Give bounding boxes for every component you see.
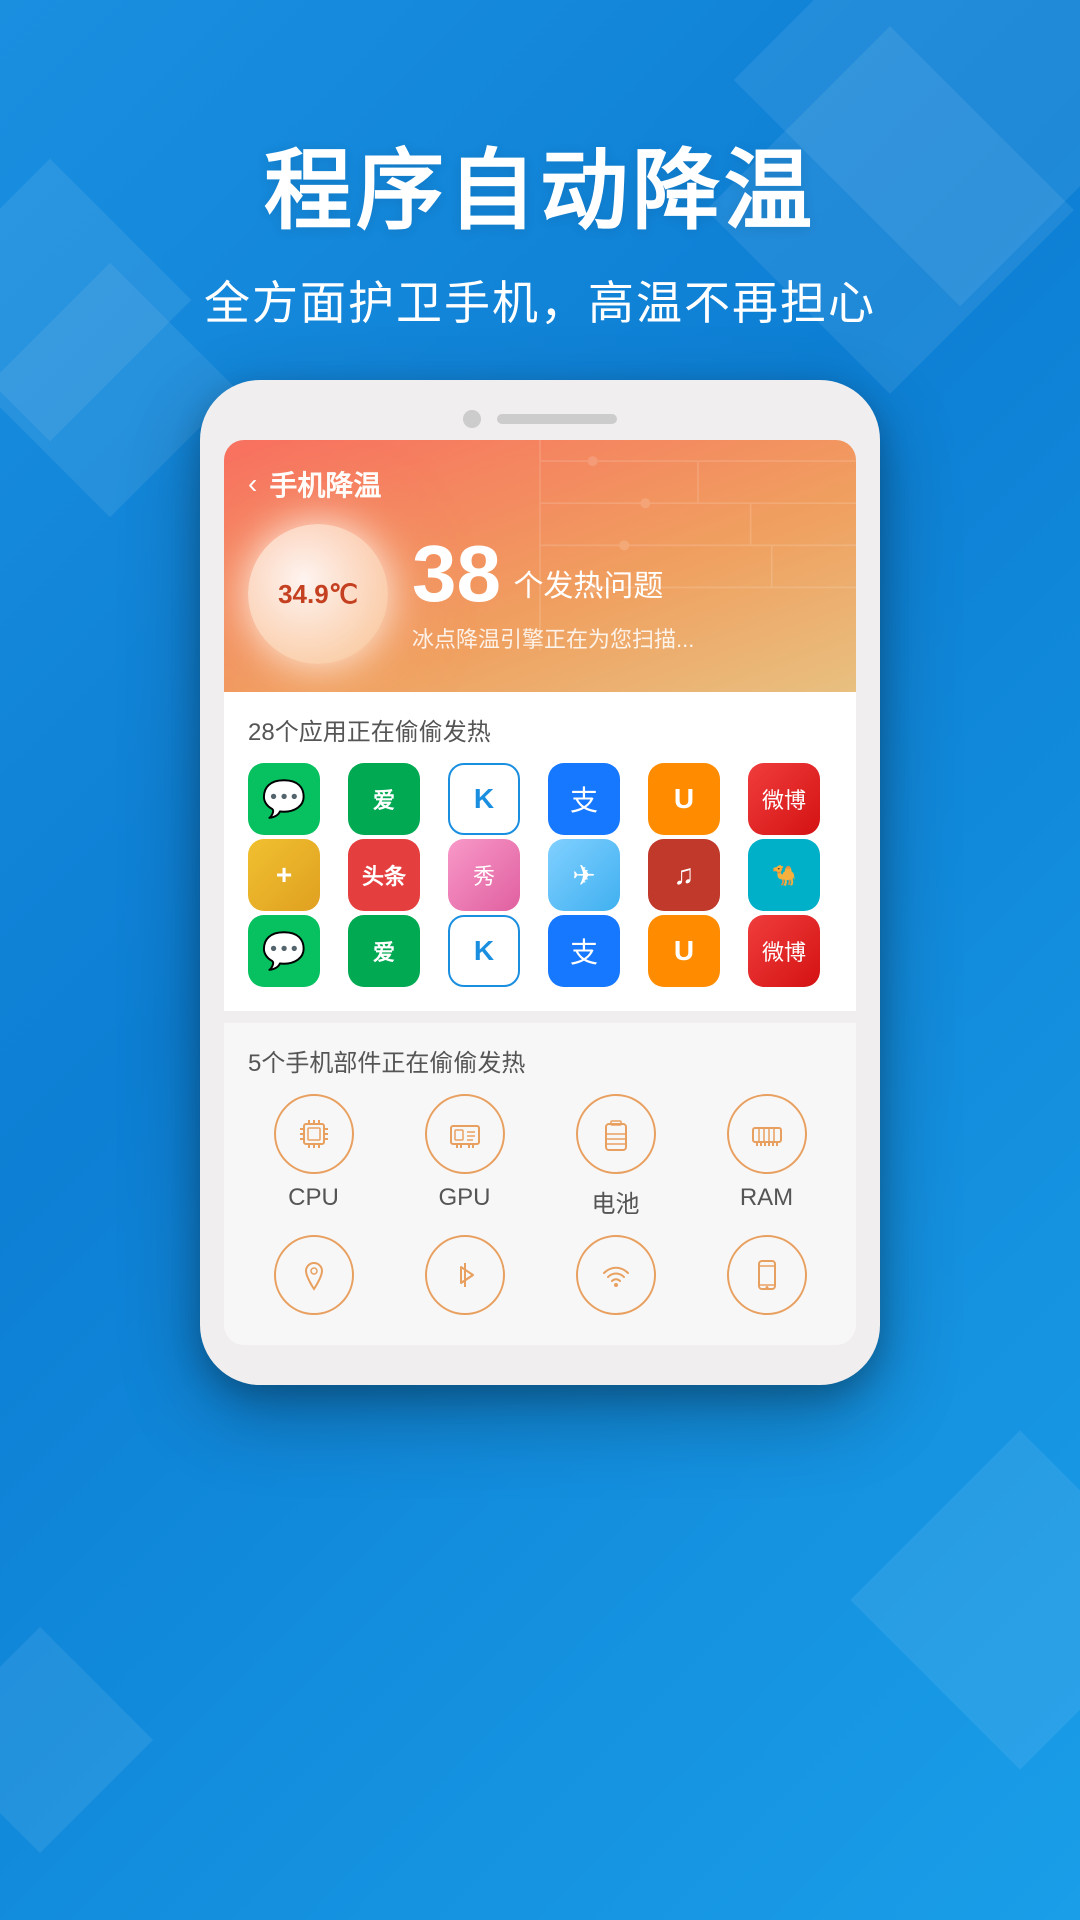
component-battery: 电池: [550, 1094, 681, 1219]
component-bluetooth: [399, 1235, 530, 1325]
ram-label: RAM: [740, 1184, 793, 1212]
list-item: 💬: [248, 763, 320, 835]
list-item: +: [248, 839, 320, 911]
list-item: 支: [548, 763, 620, 835]
gpu-label: GPU: [438, 1184, 490, 1212]
cpu-icon: [274, 1094, 354, 1174]
app-header: ‹ 手机降温 34.9℃ 38 个发热问题 冰点降温引擎正在为您扫描...: [224, 440, 856, 692]
screen-icon: [727, 1235, 807, 1315]
issue-info: 38 个发热问题 冰点降温引擎正在为您扫描...: [412, 534, 832, 654]
component-wifi: [550, 1235, 681, 1325]
app-screen: ‹ 手机降温 34.9℃ 38 个发热问题 冰点降温引擎正在为您扫描...: [224, 440, 856, 1345]
issue-description: 冰点降温引擎正在为您扫描...: [412, 622, 832, 654]
battery-label: 电池: [592, 1184, 640, 1219]
list-item: 秀: [448, 839, 520, 911]
app-nav-bar: ‹ 手机降温: [248, 464, 832, 504]
list-item: 支: [548, 915, 620, 987]
gpu-icon: [425, 1094, 505, 1174]
page-subtitle: 全方面护卫手机，高温不再担心: [0, 267, 1080, 333]
component-cpu: CPU: [248, 1094, 379, 1219]
component-screen: [701, 1235, 832, 1325]
back-button[interactable]: ‹: [248, 468, 257, 500]
app-icons-row3: 💬 爱 K 支 U 微博: [248, 915, 832, 987]
app-content-row: 34.9℃ 38 个发热问题 冰点降温引擎正在为您扫描...: [248, 524, 832, 664]
phone-camera: [463, 410, 481, 428]
list-item: K: [448, 915, 520, 987]
list-item: 爱: [348, 763, 420, 835]
cpu-label: CPU: [288, 1184, 339, 1212]
components-row2: [248, 1235, 832, 1325]
page-title: 程序自动降温: [0, 120, 1080, 247]
phone-frame: ‹ 手机降温 34.9℃ 38 个发热问题 冰点降温引擎正在为您扫描...: [200, 380, 880, 1385]
components-row1: CPU: [248, 1094, 832, 1219]
battery-icon: [576, 1094, 656, 1174]
issue-count: 38: [412, 529, 501, 618]
location-icon: [274, 1235, 354, 1315]
section-divider: [224, 1011, 856, 1023]
list-item: U: [648, 763, 720, 835]
temperature-circle: 34.9℃: [248, 524, 388, 664]
ram-icon: [727, 1094, 807, 1174]
components-section-title: 5个手机部件正在偷偷发热: [248, 1043, 832, 1078]
bluetooth-icon: [425, 1235, 505, 1315]
issue-count-row: 38 个发热问题: [412, 534, 832, 614]
list-item: 💬: [248, 915, 320, 987]
issue-label: 个发热问题: [513, 570, 663, 603]
bg-decoration-6: [0, 1627, 153, 1853]
component-location: [248, 1235, 379, 1325]
list-item: 🐪: [748, 839, 820, 911]
list-item: 爱: [348, 915, 420, 987]
app-title: 手机降温: [269, 464, 381, 504]
temperature-value: 34.9℃: [278, 579, 358, 610]
wifi-icon: [576, 1235, 656, 1315]
app-icons-row1: 💬 爱 K 支 U 微博: [248, 763, 832, 835]
component-ram: RAM: [701, 1094, 832, 1219]
list-item: ✈: [548, 839, 620, 911]
phone-top-bar: [224, 410, 856, 428]
list-item: 微博: [748, 915, 820, 987]
apps-section: 28个应用正在偷偷发热 💬 爱 K 支 U 微博 + 头条 秀 ✈ ♫ 🐪: [224, 692, 856, 1011]
list-item: 微博: [748, 763, 820, 835]
list-item: 头条: [348, 839, 420, 911]
phone-speaker: [497, 414, 617, 424]
header: 程序自动降温 全方面护卫手机，高温不再担心: [0, 120, 1080, 333]
list-item: ♫: [648, 839, 720, 911]
list-item: U: [648, 915, 720, 987]
apps-section-title: 28个应用正在偷偷发热: [248, 712, 832, 747]
components-section: 5个手机部件正在偷偷发热: [224, 1023, 856, 1345]
app-icons-row2: + 头条 秀 ✈ ♫ 🐪: [248, 839, 832, 911]
phone-mockup: ‹ 手机降温 34.9℃ 38 个发热问题 冰点降温引擎正在为您扫描...: [200, 380, 880, 1385]
bg-decoration-5: [850, 1430, 1080, 1769]
list-item: K: [448, 763, 520, 835]
component-gpu: GPU: [399, 1094, 530, 1219]
